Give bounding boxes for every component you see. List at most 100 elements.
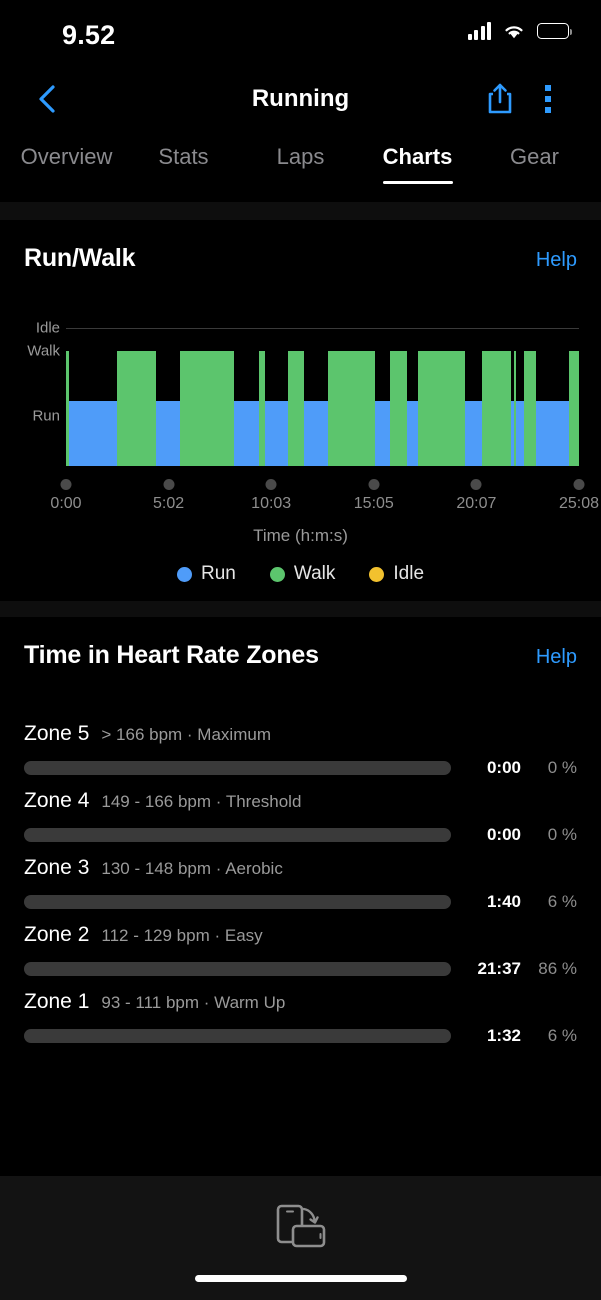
legend-item-idle: Idle [369,563,424,585]
run-walk-plot-area[interactable] [66,351,579,466]
hr-zones-help-link[interactable]: Help [536,646,577,669]
hr-zone-range: 93 - 111 bpm · Warm Up [101,993,286,1012]
hr-zone-time: 1:32 [486,1026,521,1045]
hr-zone-row[interactable]: Zone 4 149 - 166 bpm · Threshold 0:00 0 % [0,789,601,845]
tab-overview[interactable]: Overview [8,130,125,170]
y-label-walk: Walk [27,342,60,360]
hr-zones-card: Time in Heart Rate Zones Help Zone 5 > 16… [0,617,601,1073]
run-walk-help-link[interactable]: Help [536,249,577,272]
run-walk-card: Run/Walk Help Idle Walk Run 0:00 5:02 10:0… [0,220,601,601]
section-divider [0,601,601,617]
timeline-segment-run[interactable] [465,351,482,466]
timeline-segment-walk[interactable] [327,351,375,466]
timeline-segment-walk[interactable] [569,351,579,466]
timeline-segment-run[interactable] [264,351,289,466]
bottom-bar [0,1176,601,1300]
tab-stats[interactable]: Stats [125,130,242,170]
timeline-segment-walk[interactable] [179,351,234,466]
hr-zone-range: 112 - 129 bpm · Easy [101,926,263,945]
home-indicator[interactable] [194,1275,407,1282]
y-label-idle: Idle [35,319,60,337]
hr-zones-title: Time in Heart Rate Zones [24,641,319,669]
hr-zone-row[interactable]: Zone 1 93 - 111 bpm · Warm Up 1:32 6 % [0,990,601,1046]
hr-zone-bar-line: 0:00 0 % [24,758,577,778]
hr-zones-card-header: Time in Heart Rate Zones Help [0,617,601,670]
hr-zone-time: 1:40 [486,892,521,911]
timeline-segment-run[interactable] [155,351,181,466]
timeline-segment-run[interactable] [407,351,419,466]
wifi-icon [502,22,526,40]
timeline-segment-run[interactable] [68,351,117,466]
hr-zone-bar-line: 21:37 86 % [24,959,577,979]
timeline-segment-run[interactable] [304,351,328,466]
hr-zone-track [24,828,451,842]
x-axis-tick-label: 15:05 [353,495,394,512]
hr-zone-row[interactable]: Zone 2 112 - 129 bpm · Easy 21:37 86 % [0,923,601,979]
hr-zone-header: Zone 1 93 - 111 bpm · Warm Up [24,990,577,1014]
hr-zone-row[interactable]: Zone 5 > 166 bpm · Maximum 0:00 0 % [0,722,601,778]
run-walk-chart: Idle Walk Run 0:00 5:02 10:03 15:05 20:07 25:… [0,291,601,591]
hr-zone-header: Zone 5 > 166 bpm · Maximum [24,722,577,746]
legend-color-swatch [176,566,192,582]
hr-zone-percent: 0 % [547,825,577,844]
hr-zone-percent: 6 % [547,1026,577,1045]
tab-laps[interactable]: Laps [242,130,359,170]
status-bar-icons [467,22,573,40]
hr-zone-name: Zone 3 [24,856,90,879]
legend-label: Run [200,563,236,584]
tab-charts[interactable]: Charts [359,130,476,184]
gridline-idle [66,328,579,329]
x-axis-dot [368,479,380,490]
hr-zone-track [24,895,451,909]
x-axis-tick-label: 5:02 [153,495,185,512]
legend-label: Walk [293,563,336,584]
hr-zone-bar-line: 0:00 0 % [24,825,577,845]
hr-zone-header: Zone 4 149 - 166 bpm · Threshold [24,789,577,813]
x-axis-tick-label: 10:03 [251,495,292,512]
run-walk-card-header: Run/Walk Help [0,220,601,273]
tab-label: Charts [382,144,453,169]
x-axis-dot [163,479,175,490]
legend-item-run: Run [176,563,236,585]
timeline-segment-walk[interactable] [418,351,466,466]
tab-active-underline [382,181,453,184]
nav-bar: Running [0,68,601,130]
section-divider [0,202,601,220]
hr-zone-name: Zone 4 [24,789,90,812]
status-bar-time: 9.52 [62,20,116,50]
x-axis-dot [265,479,277,490]
timeline-segment-run[interactable] [233,351,259,466]
legend-item-walk: Walk [269,563,336,585]
tab-gear[interactable]: Gear [476,130,593,170]
app-screen: 9.52 Running Overview Stats Laps Charts … [0,0,601,1300]
hr-zone-time: 0:00 [486,825,521,844]
timeline-segment-walk[interactable] [288,351,305,466]
x-axis-tick-label: 0:00 [50,495,82,512]
y-label-run: Run [32,407,60,425]
hr-zone-row[interactable]: Zone 3 130 - 148 bpm · Aerobic 1:40 6 % [0,856,601,912]
hr-zone-header: Zone 3 130 - 148 bpm · Aerobic [24,856,577,880]
timeline-segment-run[interactable] [536,351,570,466]
hr-zone-bar-line: 1:40 6 % [24,892,577,912]
hr-zone-track [24,761,451,775]
rotate-device-icon[interactable] [275,1202,327,1253]
hr-zone-bar-line: 1:32 6 % [24,1026,577,1046]
hr-zone-percent: 6 % [547,892,577,911]
timeline-segment-walk[interactable] [390,351,408,466]
legend-label: Idle [393,563,425,584]
legend-color-swatch [369,566,385,582]
timeline-segment-walk[interactable] [116,351,156,466]
hr-zone-percent: 86 % [538,959,577,978]
hr-zone-name: Zone 2 [24,923,90,946]
more-vertical-icon[interactable] [538,83,558,115]
legend-color-swatch [269,566,285,582]
x-axis-tick-label: 20:07 [456,495,497,512]
timeline-segment-run[interactable] [516,351,525,466]
timeline-segment-walk[interactable] [481,351,512,466]
share-icon[interactable] [485,82,515,121]
hr-zones-list: Zone 5 > 166 bpm · Maximum 0:00 0 % Zone 4 14… [0,722,601,1063]
status-bar: 9.52 [0,0,601,68]
hr-zone-track [24,1029,451,1043]
timeline-segment-run[interactable] [374,351,391,466]
timeline-segment-walk[interactable] [524,351,537,466]
